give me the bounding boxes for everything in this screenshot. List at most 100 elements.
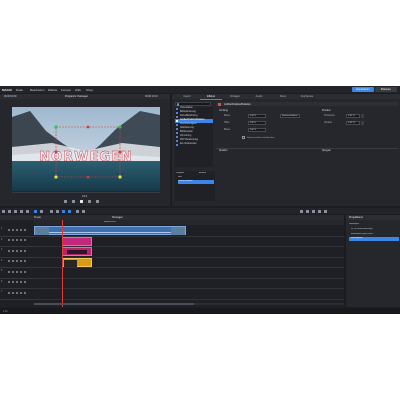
resize-handle[interactable]	[118, 125, 122, 129]
title-clip[interactable]	[62, 236, 92, 246]
resize-handle[interactable]	[86, 175, 90, 179]
tab-import[interactable]: Import	[176, 94, 198, 99]
tree-item-selected[interactable]: Hintergrund	[349, 237, 399, 241]
zoom-icon[interactable]	[76, 209, 79, 213]
keep-aspect-checkbox[interactable]	[242, 136, 245, 139]
cut-icon[interactable]	[26, 209, 29, 213]
lock-icon[interactable]	[318, 209, 321, 213]
undo-icon[interactable]	[8, 209, 11, 213]
tab-store[interactable]: Store	[272, 94, 294, 99]
resize-handle[interactable]	[54, 125, 58, 129]
eye-icon[interactable]	[20, 228, 23, 231]
tree-item[interactable]: Norwegen	[349, 223, 399, 225]
mute-icon[interactable]	[12, 249, 15, 252]
eye-icon[interactable]	[20, 239, 23, 242]
solo-icon[interactable]	[8, 281, 11, 284]
lock-icon[interactable]	[16, 291, 19, 294]
link-icon[interactable]	[68, 209, 71, 213]
eye-icon[interactable]	[20, 281, 23, 284]
redo-icon[interactable]	[14, 209, 17, 213]
rewind-icon[interactable]	[72, 200, 75, 203]
mouse-mode-icon[interactable]	[34, 209, 37, 213]
mute-icon[interactable]	[12, 291, 15, 294]
delete-icon[interactable]	[20, 209, 23, 213]
text-icon[interactable]	[82, 209, 85, 213]
volume-icon[interactable]	[24, 281, 27, 284]
mute-icon[interactable]	[12, 260, 15, 263]
object-item-selected[interactable]: Größe/Position	[178, 180, 214, 184]
solo-icon[interactable]	[8, 249, 11, 252]
object-item[interactable]: Bild	[178, 176, 214, 178]
playhead[interactable]	[62, 220, 63, 307]
play-icon[interactable]	[80, 200, 83, 203]
tree-item[interactable]: 01_NORWEGEN.mp4	[351, 228, 399, 230]
volume-icon[interactable]	[24, 291, 27, 294]
burn-button[interactable]: Brennen	[375, 87, 397, 92]
menu-item-help[interactable]: Hilfe	[75, 88, 81, 92]
solo-icon[interactable]	[8, 270, 11, 273]
resize-handle[interactable]	[118, 150, 122, 154]
skip-forward-icon[interactable]	[96, 200, 99, 203]
preview-scrub-bar[interactable]	[12, 192, 160, 193]
pointer-tool-icon[interactable]	[2, 209, 5, 213]
lock-icon[interactable]	[16, 281, 19, 284]
solo-icon[interactable]	[8, 260, 11, 263]
timeline-scrollbar[interactable]	[34, 303, 344, 305]
mute-icon[interactable]	[12, 270, 15, 273]
track-lane[interactable]	[34, 288, 344, 300]
vertical-field[interactable]: 0.00 %	[346, 121, 360, 125]
lock-icon[interactable]	[16, 249, 19, 252]
volume-icon[interactable]	[24, 270, 27, 273]
volume-icon[interactable]	[24, 260, 27, 263]
spin-arrows[interactable]	[361, 121, 364, 125]
reset-icon[interactable]	[218, 102, 221, 106]
resize-handle[interactable]	[54, 175, 58, 179]
volume-icon[interactable]	[24, 249, 27, 252]
marker-icon[interactable]	[56, 209, 59, 213]
lock-icon[interactable]	[16, 228, 19, 231]
mute-icon[interactable]	[12, 239, 15, 242]
height-field[interactable]: 100 %	[248, 121, 266, 125]
resize-handle[interactable]	[86, 125, 90, 129]
menu-item-edit[interactable]: Bearbeiten	[30, 88, 45, 92]
volume-icon[interactable]	[24, 239, 27, 242]
mute-icon[interactable]	[12, 281, 15, 284]
lock-icon[interactable]	[16, 260, 19, 263]
size-field[interactable]: 100 %	[248, 128, 266, 132]
menu-item-effects[interactable]: Effekte	[48, 88, 57, 92]
eye-icon[interactable]	[20, 249, 23, 252]
tree-item[interactable]: Musikdatei (Sep.) Aust	[351, 233, 399, 235]
grid-icon[interactable]	[324, 209, 327, 213]
title-clip[interactable]	[62, 247, 92, 256]
menu-item-file[interactable]: Datei	[16, 88, 23, 92]
width-field[interactable]: 100 %	[248, 114, 266, 118]
lock-icon[interactable]	[16, 239, 19, 242]
tab-effects[interactable]: Effekte	[200, 94, 222, 100]
eye-icon[interactable]	[20, 270, 23, 273]
mixer-icon[interactable]	[306, 209, 309, 213]
ripple-icon[interactable]	[62, 209, 65, 213]
tab-keyframes[interactable]: Keyframes	[296, 94, 318, 99]
effect-clip[interactable]	[62, 257, 92, 267]
resize-handle[interactable]	[54, 150, 58, 154]
eye-icon[interactable]	[20, 291, 23, 294]
tab-templates[interactable]: Vorlagen	[224, 94, 246, 99]
skip-back-icon[interactable]	[64, 200, 67, 203]
lock-icon[interactable]	[16, 270, 19, 273]
project-tab[interactable]: Projekt	[34, 216, 41, 219]
preview-tab-label[interactable]: Programm: Norwegen	[65, 95, 88, 98]
preview-video-frame[interactable]: NORWEGEN	[12, 107, 160, 191]
effects-search-input[interactable]	[175, 102, 211, 106]
resize-handle[interactable]	[118, 175, 122, 179]
solo-icon[interactable]	[8, 228, 11, 231]
eye-icon[interactable]	[20, 260, 23, 263]
fullscreen-icon[interactable]	[312, 209, 315, 213]
forward-icon[interactable]	[88, 200, 91, 203]
solo-icon[interactable]	[8, 291, 11, 294]
aspect-ratio-field[interactable]: Seitenverhältnis	[280, 114, 300, 118]
track-header[interactable]: 7	[0, 288, 34, 300]
settings-icon[interactable]	[300, 209, 303, 213]
menu-item-shop[interactable]: Shop	[86, 88, 93, 92]
snap-icon[interactable]	[40, 209, 43, 213]
insert-icon[interactable]	[50, 209, 53, 213]
